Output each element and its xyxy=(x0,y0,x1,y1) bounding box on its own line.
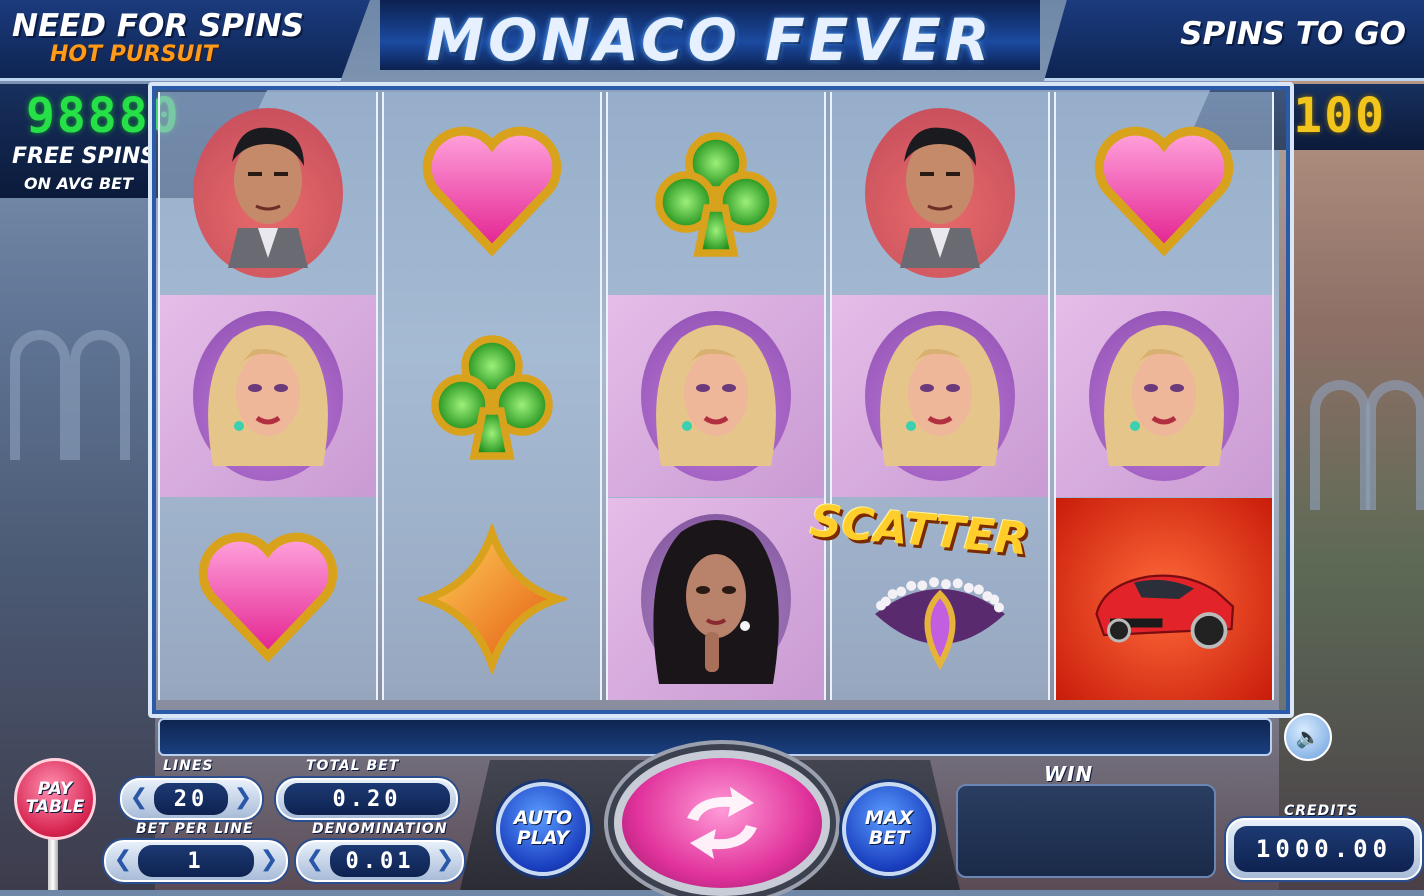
spin-button[interactable] xyxy=(614,750,830,896)
free-spins-sublabel: ON AVG BET xyxy=(24,174,133,193)
background-arch xyxy=(1310,380,1370,510)
reel-2 xyxy=(382,92,602,700)
game-title-banner: MONACO FEVER xyxy=(380,0,1040,74)
win-label: WIN xyxy=(1044,762,1094,786)
autoplay-label: AUTO PLAY xyxy=(513,807,573,849)
denomination-label: DENOMINATION xyxy=(312,821,448,837)
bet-per-line-increase-button[interactable]: ❯ xyxy=(256,845,282,873)
spins-to-go-banner: SPINS TO GO xyxy=(1044,0,1424,81)
heart-symbol xyxy=(1089,118,1239,268)
denomination-value: 0.01 xyxy=(330,845,430,877)
background-arch xyxy=(70,330,130,460)
bet-per-line-value: 1 xyxy=(138,845,254,877)
free-spins-label: FREE SPINS xyxy=(12,144,157,169)
diamond-symbol xyxy=(417,524,567,674)
reel-cell xyxy=(1056,295,1272,497)
credits-display: 1000.00 xyxy=(1226,818,1422,880)
club-symbol xyxy=(641,118,791,268)
reel-cell xyxy=(384,498,600,700)
reel-3 xyxy=(606,92,826,700)
reel-cell xyxy=(160,498,376,700)
credits-value: 1000.00 xyxy=(1234,826,1414,872)
reel-cell xyxy=(608,295,824,497)
paytable-stick xyxy=(48,832,58,890)
blonde-symbol xyxy=(641,311,791,481)
denomination-selector: ❮ 0.01 ❯ xyxy=(296,840,464,882)
sound-toggle-button[interactable]: 🔈 xyxy=(1284,713,1332,761)
spins-to-go-counter: 100 xyxy=(1293,88,1386,144)
game-title: MONACO FEVER xyxy=(426,6,994,74)
total-bet-display: 0.20 xyxy=(276,778,458,820)
blonde-symbol xyxy=(1089,311,1239,481)
heart-symbol xyxy=(417,118,567,268)
denomination-increase-button[interactable]: ❯ xyxy=(432,845,458,873)
lines-value: 20 xyxy=(154,783,228,815)
car-symbol xyxy=(1089,524,1239,674)
spin-arrows-icon xyxy=(687,787,757,859)
blonde-symbol xyxy=(193,311,343,481)
bet-per-line-label: BET PER LINE xyxy=(136,821,254,837)
reel-cell xyxy=(1056,498,1272,700)
brand-line2: HOT PURSUIT xyxy=(50,42,218,67)
paytable-label: PAY TABLE xyxy=(25,779,85,817)
brand-banner: NEED FOR SPINS HOT PURSUIT xyxy=(0,0,370,81)
blonde-symbol xyxy=(865,311,1015,481)
reel-cell xyxy=(384,295,600,497)
reel-cell xyxy=(608,92,824,294)
reel-cell xyxy=(832,295,1048,497)
reel-cell xyxy=(384,92,600,294)
lines-decrease-button[interactable]: ❮ xyxy=(126,783,152,811)
background-arch xyxy=(10,330,70,460)
reel-5 xyxy=(1054,92,1274,700)
paytable-button[interactable]: PAY TABLE xyxy=(14,758,96,840)
club-symbol xyxy=(417,321,567,471)
max-bet-button[interactable]: MAX BET xyxy=(842,782,936,876)
reel-cell xyxy=(160,92,376,294)
lines-label: LINES xyxy=(163,758,214,774)
man-symbol xyxy=(193,108,343,278)
lines-selector: ❮ 20 ❯ xyxy=(120,778,262,820)
background-arch xyxy=(1366,380,1424,510)
speaker-icon: 🔈 xyxy=(1295,725,1321,749)
reel-cell xyxy=(1056,92,1272,294)
reel-cell xyxy=(832,92,1048,294)
heart-symbol xyxy=(193,524,343,674)
win-display xyxy=(956,784,1216,878)
reel-4 xyxy=(830,92,1050,700)
brunette-symbol xyxy=(641,514,791,684)
lines-increase-button[interactable]: ❯ xyxy=(230,783,256,811)
max-bet-label: MAX BET xyxy=(864,807,914,849)
denomination-decrease-button[interactable]: ❮ xyxy=(302,845,328,873)
brand-line1: NEED FOR SPINS xyxy=(12,8,304,44)
bet-per-line-selector: ❮ 1 ❯ xyxy=(104,840,288,882)
autoplay-button[interactable]: AUTO PLAY xyxy=(496,782,590,876)
reel-cell xyxy=(160,295,376,497)
bet-per-line-decrease-button[interactable]: ❮ xyxy=(110,845,136,873)
spins-to-go-label: SPINS TO GO xyxy=(1180,16,1406,52)
credits-label: CREDITS xyxy=(1284,803,1359,819)
reel-cell xyxy=(608,498,824,700)
total-bet-label: TOTAL BET xyxy=(306,758,400,774)
reel-1 xyxy=(158,92,378,700)
total-bet-value: 0.20 xyxy=(284,783,450,815)
man-symbol xyxy=(865,108,1015,278)
